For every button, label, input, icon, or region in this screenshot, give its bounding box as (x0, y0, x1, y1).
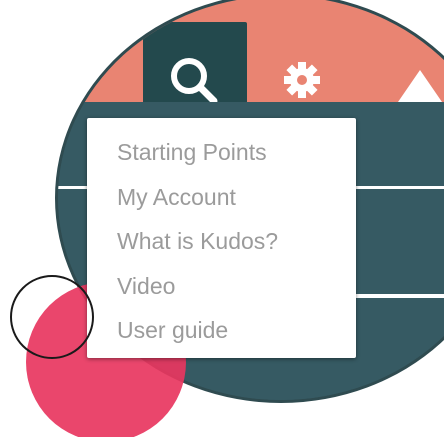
menu-item-what-is-kudos[interactable]: What is Kudos? (87, 219, 356, 264)
top-header-bar (58, 0, 444, 102)
gear-icon[interactable] (282, 60, 322, 100)
zoomed-screenshot: Starting Points My Account What is Kudos… (0, 0, 444, 437)
menu-item-user-guide[interactable]: User guide (87, 308, 356, 353)
decorative-ring (10, 275, 94, 359)
menu-item-starting-points[interactable]: Starting Points (87, 130, 356, 175)
dropdown-menu: Starting Points My Account What is Kudos… (87, 118, 356, 358)
search-icon[interactable] (165, 52, 221, 108)
menu-item-my-account[interactable]: My Account (87, 175, 356, 220)
menu-item-video[interactable]: Video (87, 264, 356, 309)
user-icon[interactable] (392, 62, 444, 102)
